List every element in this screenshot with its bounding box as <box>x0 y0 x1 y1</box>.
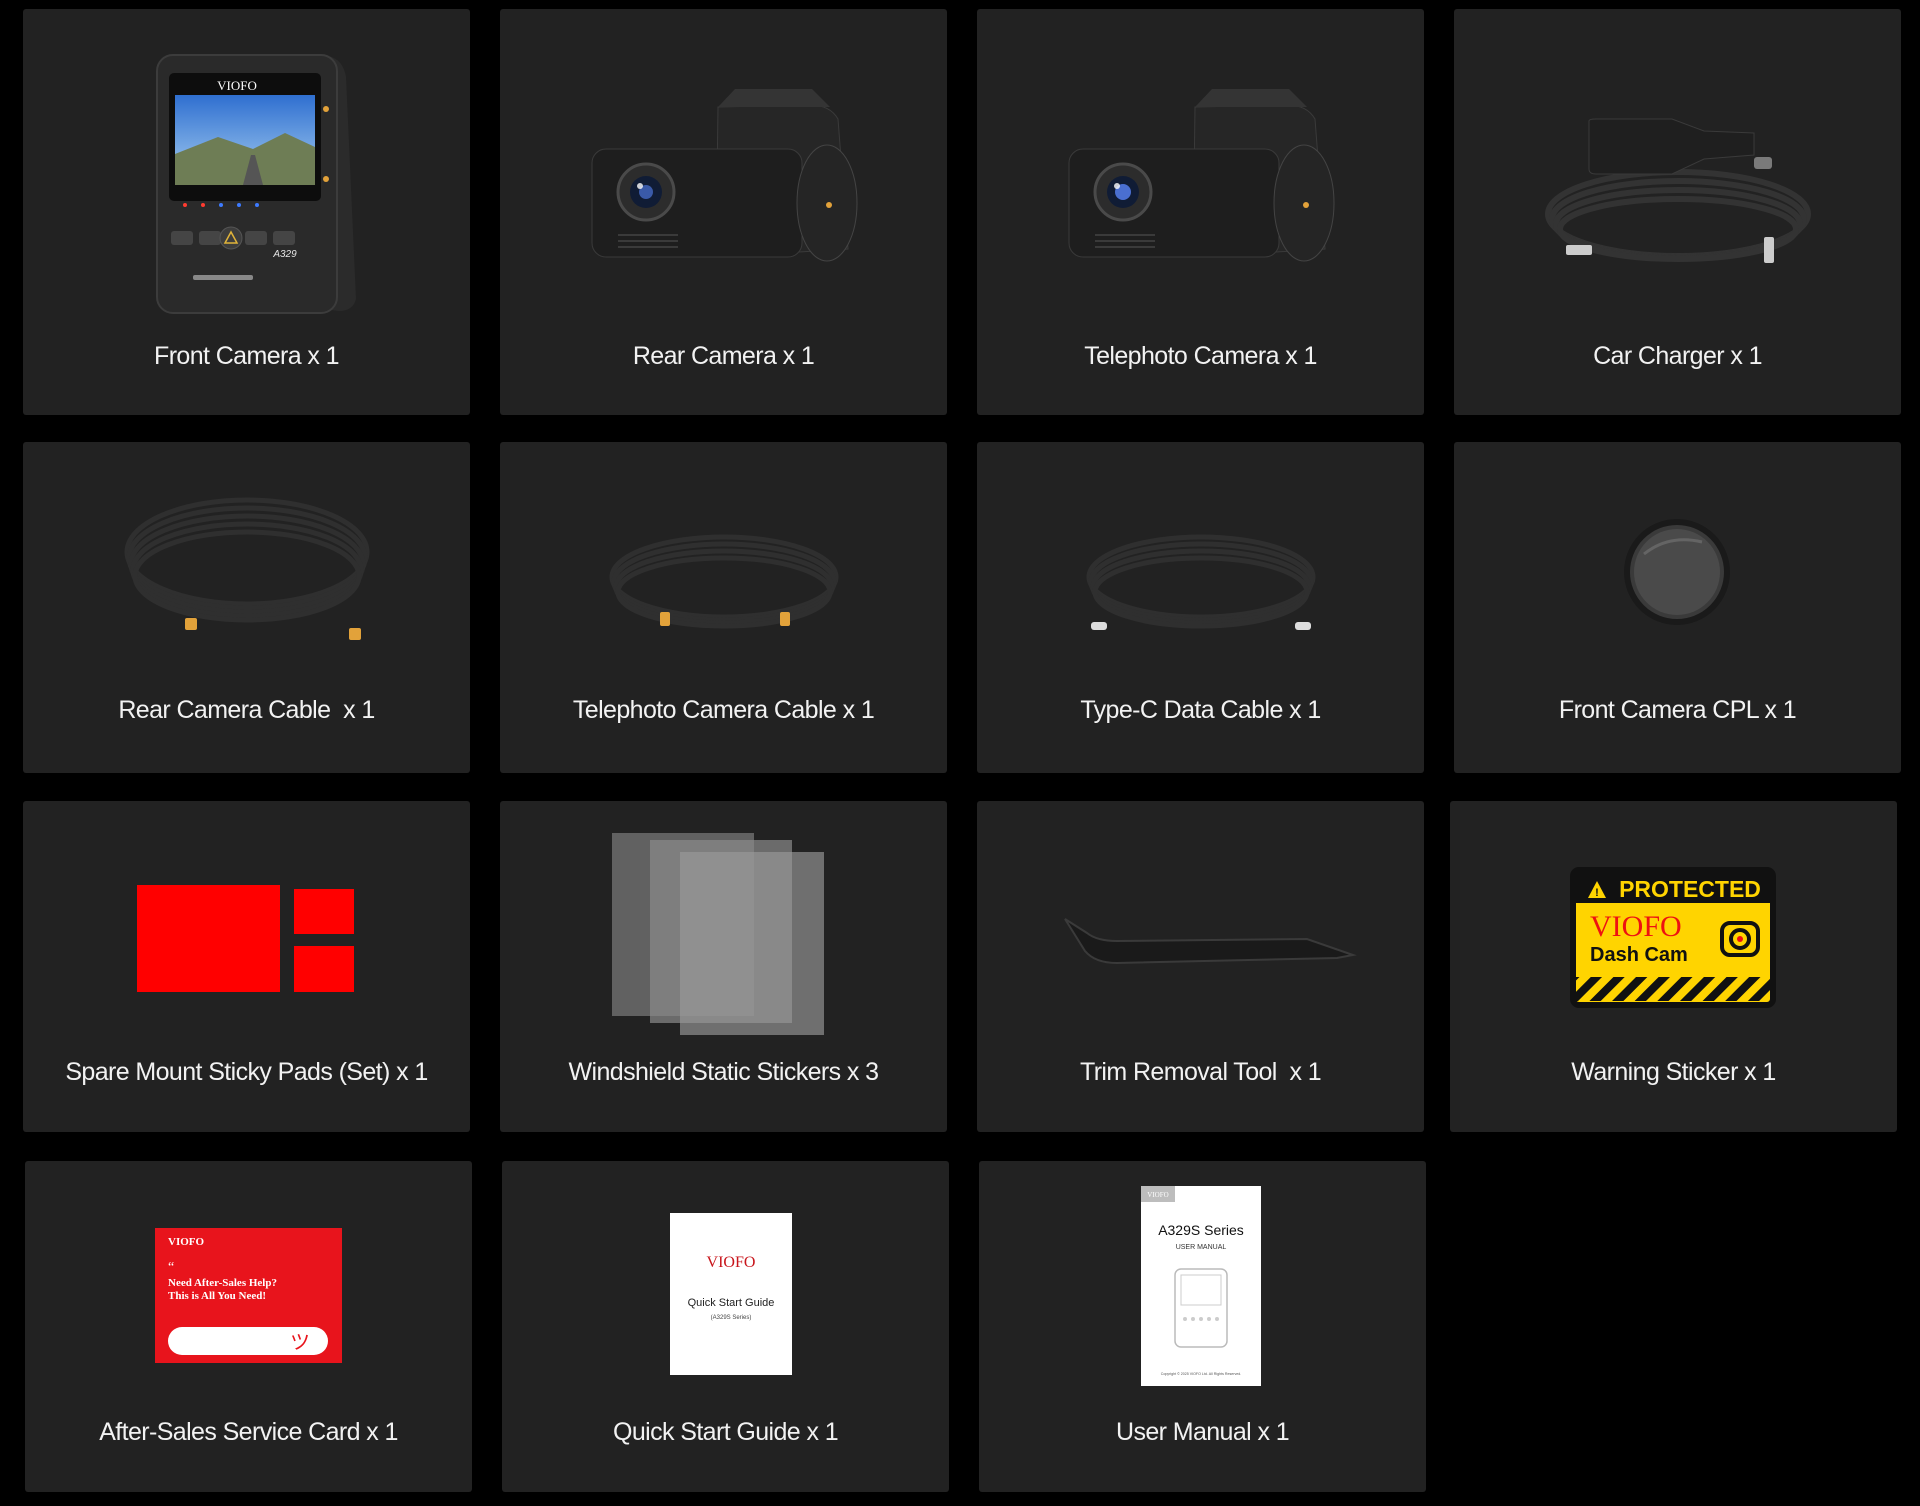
item-sticky-pads: Spare Mount Sticky Pads (Set) x 1 <box>23 801 470 1132</box>
item-label: Rear Camera x 1 <box>632 342 815 370</box>
item-label: Type-C Data Cable x 1 <box>1080 696 1321 724</box>
svg-text:Need After-Sales Help?: Need After-Sales Help? <box>168 1277 277 1289</box>
item-quick-start-guide: VIOFO Quick Start Guide (A329S Series) Q… <box>502 1161 949 1492</box>
svg-text:VIOFO: VIOFO <box>707 1254 756 1271</box>
svg-text:VIOFO: VIOFO <box>1590 910 1682 943</box>
item-label: Warning Sticker x 1 <box>1571 1058 1776 1086</box>
item-label: After-Sales Service Card x 1 <box>99 1418 398 1446</box>
item-user-manual: VIOFO A329S Series USER MANUAL Copyright… <box>979 1161 1426 1492</box>
svg-text:This is All You Need!: This is All You Need! <box>168 1290 266 1302</box>
item-label: Front Camera x 1 <box>154 342 340 370</box>
svg-text:“: “ <box>168 1260 174 1275</box>
item-car-charger: Car Charger x 1 <box>1454 9 1901 415</box>
svg-text:USER MANUAL: USER MANUAL <box>1176 1244 1227 1251</box>
item-warning-sticker: ! PROTECTED VIOFO Dash Cam Warning Stick… <box>1450 801 1897 1132</box>
item-label: Car Charger x 1 <box>1593 342 1762 370</box>
item-label: Front Camera CPL x 1 <box>1558 696 1797 724</box>
svg-text:!: ! <box>1595 887 1599 899</box>
svg-text:ツ: ツ <box>290 1332 310 1354</box>
svg-text:Quick Start Guide: Quick Start Guide <box>688 1297 775 1309</box>
svg-text:PROTECTED: PROTECTED <box>1619 876 1761 902</box>
svg-text:VIOFO: VIOFO <box>168 1236 205 1248</box>
item-after-sales-card: VIOFO “ Need After-Sales Help? This is A… <box>25 1161 472 1492</box>
svg-text:Copyright © 2025 VIOFO Ltd. Al: Copyright © 2025 VIOFO Ltd. All Rights R… <box>1161 1372 1242 1376</box>
item-trim-removal-tool: Trim Removal Tool x 1 <box>977 801 1424 1132</box>
item-label: Telephoto Camera x 1 <box>1084 342 1317 370</box>
item-label: Trim Removal Tool x 1 <box>1079 1058 1322 1086</box>
item-telephoto-camera-cable: Telephoto Camera Cable x 1 <box>500 442 947 773</box>
item-windshield-stickers: Windshield Static Stickers x 3 <box>500 801 947 1132</box>
svg-text:Dash Cam: Dash Cam <box>1590 944 1688 966</box>
item-rear-camera-cable: Rear Camera Cable x 1 <box>23 442 470 773</box>
item-label: Quick Start Guide x 1 <box>613 1418 839 1446</box>
item-rear-camera: Rear Camera x 1 <box>500 9 947 415</box>
item-label: Telephoto Camera Cable x 1 <box>572 696 875 724</box>
svg-text:VIOFO: VIOFO <box>217 78 257 93</box>
svg-text:VIOFO: VIOFO <box>1147 1191 1168 1199</box>
svg-text:A329S Series: A329S Series <box>1158 1222 1244 1238</box>
item-telephoto-camera: Telephoto Camera x 1 <box>977 9 1424 415</box>
item-label: User Manual x 1 <box>1115 1418 1290 1446</box>
svg-text:(A329S Series): (A329S Series) <box>711 1315 752 1321</box>
item-label: Windshield Static Stickers x 3 <box>568 1058 880 1086</box>
item-label: Spare Mount Sticky Pads (Set) x 1 <box>65 1058 428 1086</box>
svg-text:A329: A329 <box>272 249 297 260</box>
item-label: Rear Camera Cable x 1 <box>118 696 375 724</box>
item-type-c-cable: Type-C Data Cable x 1 <box>977 442 1424 773</box>
item-front-camera-cpl: Front Camera CPL x 1 <box>1454 442 1901 773</box>
item-front-camera: VIOFO A329 Front Camera x 1 <box>23 9 470 415</box>
